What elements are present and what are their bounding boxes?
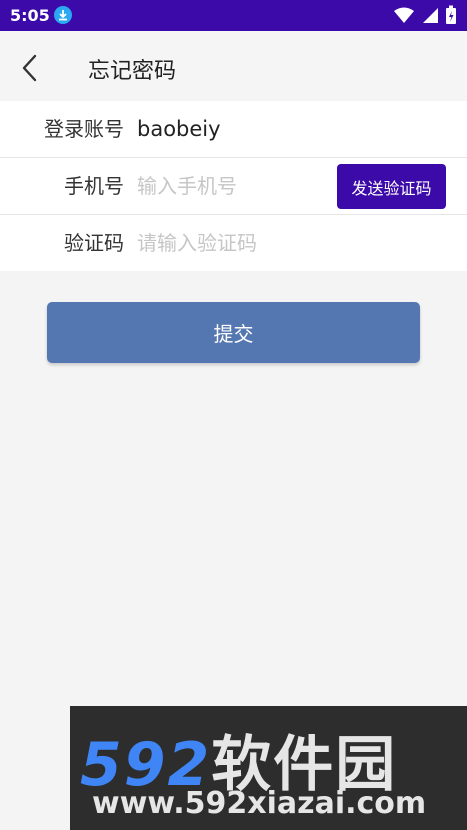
status-bar: 5:05	[0, 0, 467, 31]
account-label: 登录账号	[44, 117, 124, 141]
submit-button[interactable]: 提交	[47, 302, 420, 363]
page-title: 忘记密码	[88, 59, 177, 84]
signal-icon	[423, 8, 438, 23]
status-time: 5:05	[10, 6, 50, 25]
status-icons	[393, 5, 457, 25]
phone-label: 手机号	[64, 174, 124, 198]
wifi-icon	[394, 7, 414, 23]
account-value: baobeiy	[137, 117, 221, 141]
code-label: 验证码	[64, 231, 124, 255]
chevron-left-icon	[22, 54, 37, 82]
send-code-button[interactable]: 发送验证码	[337, 164, 446, 209]
watermark-url: www.592xiazai.com	[92, 786, 427, 821]
account-row: 登录账号 baobeiy	[0, 101, 467, 158]
code-input[interactable]	[137, 226, 327, 260]
app-bar: 忘记密码	[0, 31, 467, 101]
phone-input[interactable]	[137, 169, 327, 203]
phone-row: 手机号 发送验证码	[0, 158, 467, 215]
battery-icon	[446, 5, 456, 24]
back-button[interactable]	[14, 51, 48, 85]
forgot-password-form: 登录账号 baobeiy 手机号 发送验证码 验证码	[0, 101, 467, 271]
code-row: 验证码	[0, 215, 467, 271]
download-icon	[54, 6, 72, 24]
watermark-logo: 592软件园 www.592xiazai.com	[70, 706, 467, 830]
